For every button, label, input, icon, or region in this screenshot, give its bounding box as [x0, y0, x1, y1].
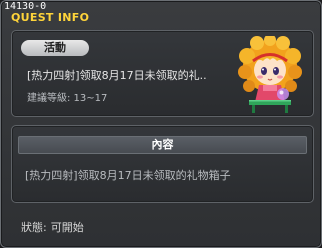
window-title: QUEST INFO [11, 11, 90, 24]
status-value: 可開始 [50, 221, 84, 234]
quest-content-panel: 內容 [热力四射]领取8月17日未领取的礼物箱子 [11, 125, 314, 203]
content-header: 內容 [18, 136, 307, 154]
content-text: [热力四射]领取8月17日未领取的礼物箱子 [25, 169, 231, 182]
quest-summary-panel: 活動 [热力四射]领取8月17日未领取的礼.. 建議等級: 13~17 [11, 30, 314, 117]
quest-name: [热力四射]领取8月17日未领取的礼.. [27, 69, 207, 82]
category-tag: 活動 [21, 40, 89, 56]
status-label: 狀態: [21, 221, 47, 234]
recommended-level: 建議等級: 13~17 [27, 93, 108, 104]
npc-girl-portrait-icon [238, 36, 302, 113]
quest-status: 狀態: 可開始 [21, 221, 88, 235]
quest-info-window: 14130-0 QUEST INFO 活動 [热力四射]领取8月17日未领取的礼… [0, 0, 322, 248]
